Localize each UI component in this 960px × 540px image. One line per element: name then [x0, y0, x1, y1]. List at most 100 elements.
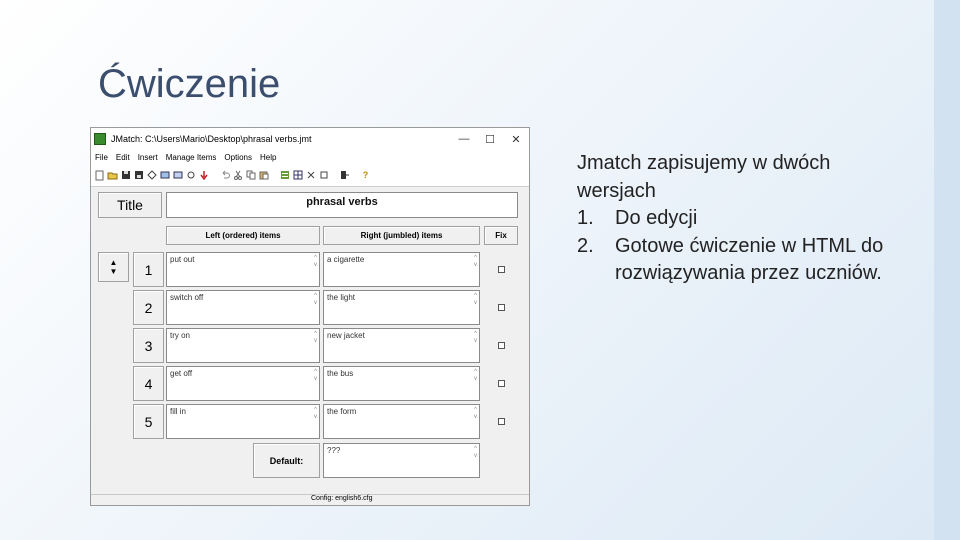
list-item: 1. Do edycji [577, 205, 907, 233]
jmatch-window: JMatch: C:\Users\Mario\Desktop\phrasal v… [90, 127, 530, 506]
left-item-5[interactable]: fill in ^ v [166, 404, 320, 439]
left-items-header[interactable]: Left (ordered) items [166, 226, 320, 245]
save-as-icon[interactable] [133, 170, 144, 181]
row-number-5[interactable]: 5 [133, 404, 164, 439]
scroll-arrows-icon[interactable]: ^ v [474, 293, 477, 307]
background-strip [934, 0, 960, 540]
left-item-text: try on [170, 331, 191, 340]
right-item-4[interactable]: the bus ^ v [323, 366, 480, 401]
right-item-1[interactable]: a cigarette ^ v [323, 252, 480, 287]
list-item: 2. Gotowe ćwiczenie w HTML do rozwiązywa… [577, 233, 907, 288]
default-distractor-field[interactable]: ??? ^ v [323, 443, 480, 478]
scroll-arrows-icon[interactable]: ^ v [474, 446, 477, 460]
list-number: 2. [577, 234, 594, 257]
window-titlebar: JMatch: C:\Users\Mario\Desktop\phrasal v… [91, 128, 529, 150]
close-button[interactable]: ✕ [503, 133, 529, 146]
left-item-text: put out [170, 255, 195, 264]
menu-edit[interactable]: Edit [112, 153, 134, 162]
right-item-text: a cigarette [327, 255, 365, 264]
left-item-4[interactable]: get off ^ v [166, 366, 320, 401]
fix-checkbox-3[interactable] [498, 342, 505, 349]
new-file-icon[interactable] [94, 170, 105, 181]
fix-checkbox-2[interactable] [498, 304, 505, 311]
scroll-arrows-icon[interactable]: ^ v [314, 407, 317, 421]
version-list: 1. Do edycji 2. Gotowe ćwiczenie w HTML … [577, 205, 907, 288]
slide-text: Jmatch zapisujemy w dwóch wersjach 1. Do… [577, 150, 907, 288]
row-number-2[interactable]: 2 [133, 290, 164, 325]
scroll-arrows-icon[interactable]: ^ v [314, 293, 317, 307]
right-item-2[interactable]: the light ^ v [323, 290, 480, 325]
list-number: 1. [577, 207, 594, 229]
menu-insert[interactable]: Insert [134, 153, 162, 162]
menu-bar: File Edit Insert Manage Items Options He… [91, 150, 529, 164]
scroll-arrows-icon[interactable]: ^ v [314, 255, 317, 269]
menu-file[interactable]: File [91, 153, 112, 162]
right-items-header[interactable]: Right (jumbled) items [323, 226, 480, 245]
scroll-arrows-icon[interactable]: ^ v [474, 255, 477, 269]
settings-icon[interactable] [318, 170, 329, 181]
left-item-2[interactable]: switch off ^ v [166, 290, 320, 325]
left-item-3[interactable]: try on ^ v [166, 328, 320, 363]
row-number-4[interactable]: 4 [133, 366, 164, 401]
status-bar: Config: english6.cfg [91, 494, 529, 505]
tools-icon[interactable] [305, 170, 316, 181]
right-item-text: the form [327, 407, 357, 416]
toolbar: ? [91, 164, 529, 187]
exercise-title-field[interactable]: phrasal verbs [166, 192, 518, 218]
html-export-icon-2[interactable] [172, 170, 183, 181]
right-item-3[interactable]: new jacket ^ v [323, 328, 480, 363]
minimize-button[interactable]: — [451, 133, 477, 145]
scroll-arrows-icon[interactable]: ^ v [474, 407, 477, 421]
export-icon[interactable] [146, 170, 157, 181]
arrow-down-red-icon[interactable] [198, 170, 209, 181]
menu-help[interactable]: Help [256, 153, 280, 162]
copy-icon[interactable] [245, 170, 256, 181]
default-button[interactable]: Default: [253, 443, 320, 478]
menu-options[interactable]: Options [220, 153, 256, 162]
exit-icon[interactable] [339, 170, 350, 181]
list-text: Do edycji [615, 207, 698, 229]
scroll-arrows-icon[interactable]: ^ v [314, 331, 317, 345]
window-title: JMatch: C:\Users\Mario\Desktop\phrasal v… [111, 134, 312, 144]
list-text: Gotowe ćwiczenie w HTML do rozwiązywania… [615, 234, 884, 285]
title-button[interactable]: Title [98, 192, 162, 218]
open-folder-icon[interactable] [107, 170, 118, 181]
html-export-icon[interactable] [159, 170, 170, 181]
scroll-arrows-icon[interactable]: ^ v [474, 369, 477, 383]
right-item-text: new jacket [327, 331, 365, 340]
slide-title: Ćwiczenie [98, 62, 281, 106]
default-value-text: ??? [327, 446, 341, 455]
menu-manage-items[interactable]: Manage Items [162, 153, 221, 162]
right-item-text: the light [327, 293, 356, 302]
scroll-arrows-icon[interactable]: ^ v [314, 369, 317, 383]
scroll-arrows-icon[interactable]: ^ v [474, 331, 477, 345]
row-number-1[interactable]: 1 [133, 252, 164, 287]
maximize-button[interactable]: ☐ [477, 133, 503, 146]
right-item-5[interactable]: the form ^ v [323, 404, 480, 439]
left-item-text: get off [170, 369, 193, 378]
status-config: Config: english6.cfg [311, 495, 373, 502]
row-scroll-control[interactable]: ▲ ▼ [98, 252, 129, 282]
view-icon[interactable] [185, 170, 196, 181]
intro-text: Jmatch zapisujemy w dwóch wersjach [577, 152, 831, 202]
grid-icon[interactable] [292, 170, 303, 181]
paste-icon[interactable] [258, 170, 269, 181]
fix-checkbox-4[interactable] [498, 380, 505, 387]
left-item-text: fill in [170, 407, 187, 416]
save-icon[interactable] [120, 170, 131, 181]
editor-body: Title phrasal verbs Left (ordered) items… [91, 187, 529, 505]
left-item-1[interactable]: put out ^ v [166, 252, 320, 287]
cut-icon[interactable] [232, 170, 243, 181]
arrow-up-icon[interactable]: ▲ [110, 258, 118, 267]
app-icon [94, 133, 106, 145]
row-number-3[interactable]: 3 [133, 328, 164, 363]
fix-checkbox-5[interactable] [498, 418, 505, 425]
arrow-down-icon[interactable]: ▼ [110, 267, 118, 276]
left-item-text: switch off [170, 293, 204, 302]
add-item-icon[interactable] [279, 170, 290, 181]
help-icon[interactable]: ? [360, 170, 371, 181]
right-item-text: the bus [327, 369, 354, 378]
undo-icon[interactable] [219, 170, 230, 181]
fix-checkbox-1[interactable] [498, 266, 505, 273]
fix-header[interactable]: Fix [484, 226, 518, 245]
